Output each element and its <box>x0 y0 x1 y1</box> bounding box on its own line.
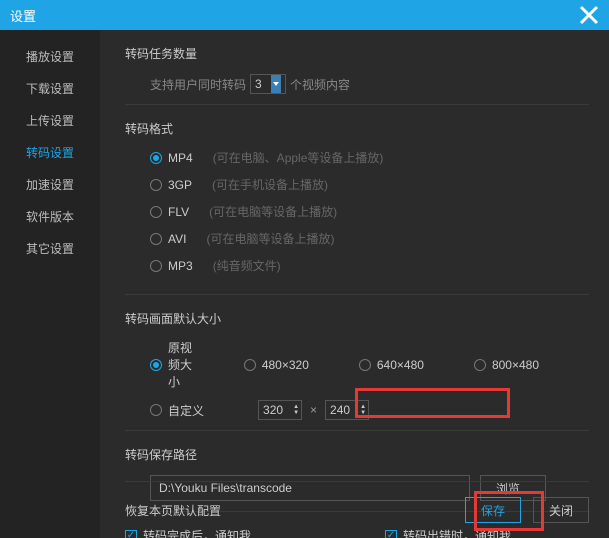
radio-icon <box>244 359 256 371</box>
radio-icon <box>150 206 162 218</box>
format-flv[interactable]: FLV (可在电脑等设备上播放) <box>150 203 385 220</box>
size-480x320[interactable]: 480×320 <box>244 358 329 372</box>
section-tasks-title: 转码任务数量 <box>125 45 589 62</box>
tasks-value: 3 <box>255 77 262 91</box>
tasks-dropdown[interactable]: 3 <box>250 74 286 94</box>
radio-icon <box>150 152 162 164</box>
size-orig[interactable]: 原视频大小 <box>150 339 214 390</box>
chevron-down-icon <box>271 75 281 93</box>
content: 转码任务数量 支持用户同时转码 3 个视频内容 转码格式 MP4 (可在电脑、A… <box>100 30 609 538</box>
reset-label[interactable]: 恢复本页默认配置 <box>125 502 465 519</box>
format-avi[interactable]: AVI (可在电脑等设备上播放) <box>150 230 385 247</box>
size-640x480[interactable]: 640×480 <box>359 358 444 372</box>
close-icon[interactable] <box>579 5 599 25</box>
radio-icon <box>150 260 162 272</box>
radio-icon <box>474 359 486 371</box>
check-done-notify[interactable]: 转码完成后，通知我 <box>125 527 385 538</box>
sidebar-item-other[interactable]: 其它设置 <box>0 232 100 264</box>
tasks-suffix: 个视频内容 <box>290 76 350 93</box>
save-button[interactable]: 保存 <box>465 497 521 523</box>
tasks-prefix: 支持用户同时转码 <box>150 76 246 93</box>
format-3gp[interactable]: 3GP (可在手机设备上播放) <box>150 176 385 193</box>
footer: 恢复本页默认配置 保存 关闭 <box>125 481 589 523</box>
sidebar: 播放设置 下载设置 上传设置 转码设置 加速设置 软件版本 其它设置 <box>0 30 100 538</box>
window-title: 设置 <box>10 6 579 25</box>
size-800x480[interactable]: 800×480 <box>474 358 559 372</box>
sidebar-item-accel[interactable]: 加速设置 <box>0 168 100 200</box>
width-stepper[interactable]: 320 ▲▼ <box>258 400 302 420</box>
sidebar-item-download[interactable]: 下载设置 <box>0 72 100 104</box>
format-mp3[interactable]: MP3 (纯音频文件) <box>150 257 385 274</box>
radio-icon <box>150 179 162 191</box>
sidebar-item-play[interactable]: 播放设置 <box>0 40 100 72</box>
radio-icon <box>359 359 371 371</box>
sidebar-item-version[interactable]: 软件版本 <box>0 200 100 232</box>
section-size-title: 转码画面默认大小 <box>125 310 589 327</box>
sidebar-item-transcode[interactable]: 转码设置 <box>0 136 100 168</box>
section-path-title: 转码保存路径 <box>125 446 589 463</box>
height-stepper[interactable]: 240 ▲▼ <box>325 400 369 420</box>
settings-window: 设置 播放设置 下载设置 上传设置 转码设置 加速设置 软件版本 其它设置 转码… <box>0 0 609 538</box>
size-custom[interactable]: 自定义 <box>150 402 224 419</box>
radio-icon <box>150 233 162 245</box>
close-button[interactable]: 关闭 <box>533 497 589 523</box>
checkbox-icon <box>125 530 137 538</box>
titlebar: 设置 <box>0 0 609 30</box>
radio-icon <box>150 359 162 371</box>
radio-icon <box>150 404 162 416</box>
check-error-notify[interactable]: 转码出错时，通知我 <box>385 527 585 538</box>
section-format-title: 转码格式 <box>125 120 589 137</box>
format-mp4[interactable]: MP4 (可在电脑、Apple等设备上播放) <box>150 149 385 166</box>
sidebar-item-upload[interactable]: 上传设置 <box>0 104 100 136</box>
checkbox-icon <box>385 530 397 538</box>
